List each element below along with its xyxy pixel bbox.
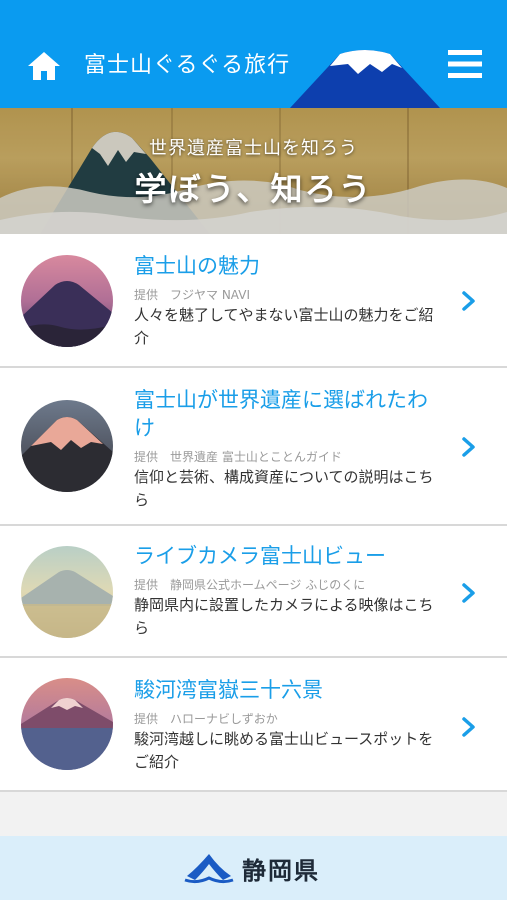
banner-subtitle: 世界遺産富士山を知ろう bbox=[149, 138, 358, 159]
shizuoka-prefecture-logo-icon bbox=[184, 854, 234, 884]
app-header: 富士山ぐるぐる旅行 bbox=[0, 0, 507, 108]
hero-banner: 世界遺産富士山を知ろう 学ぼう、知ろう bbox=[0, 108, 507, 234]
app-title: 富士山ぐるぐる旅行 bbox=[84, 53, 291, 78]
fuji-sunset-thumbnail bbox=[21, 255, 113, 347]
hamburger-menu-icon[interactable] bbox=[446, 46, 484, 82]
item-provider: 提供 ハローナビしずおか bbox=[134, 712, 278, 726]
chevron-right-icon bbox=[462, 717, 475, 737]
item-provider: 提供 フジヤマ NAVI bbox=[134, 288, 250, 302]
home-icon[interactable] bbox=[26, 48, 62, 84]
banner-heading: 学ぼう、知ろう bbox=[134, 170, 373, 208]
footer-banner[interactable]: 静岡県 bbox=[0, 836, 507, 900]
chevron-right-icon bbox=[462, 583, 475, 603]
item-description: 静岡県内に設置したカメラによる映像はこちら bbox=[134, 596, 434, 637]
item-provider: 提供 世界遺産 富士山とことんガイド bbox=[134, 450, 342, 464]
prefecture-name: 静岡県 bbox=[242, 857, 320, 885]
item-provider: 提供 静岡県公式ホームページ ふじのくに bbox=[134, 578, 366, 592]
list-item[interactable]: ライブカメラ富士山ビュー 提供 静岡県公式ホームページ ふじのくに 静岡県内に設… bbox=[0, 526, 507, 658]
fuji-livecam-thumbnail bbox=[21, 546, 113, 638]
item-title: 富士山が世界遺産に選ばれたわけ bbox=[134, 388, 428, 440]
list-item[interactable]: 富士山の魅力 提供 フジヤマ NAVI 人々を魅了してやまない富士山の魅力をご紹… bbox=[0, 234, 507, 368]
item-description: 信仰と芸術、構成資産についての説明はこちら bbox=[134, 468, 434, 509]
mount-fuji-icon bbox=[290, 50, 440, 108]
item-title: 駿河湾富嶽三十六景 bbox=[134, 678, 323, 702]
list-item[interactable]: 富士山が世界遺産に選ばれたわけ 提供 世界遺産 富士山とことんガイド 信仰と芸術… bbox=[0, 368, 507, 526]
chevron-right-icon bbox=[462, 291, 475, 311]
list-item[interactable]: 駿河湾富嶽三十六景 提供 ハローナビしずおか 駿河湾越しに眺める富士山ビュースポ… bbox=[0, 658, 507, 792]
item-description: 人々を魅了してやまない富士山の魅力をご紹介 bbox=[134, 306, 434, 347]
item-description: 駿河湾越しに眺める富士山ビュースポットをご紹介 bbox=[134, 730, 434, 771]
item-title: 富士山の魅力 bbox=[134, 254, 260, 278]
suruga-bay-thumbnail bbox=[21, 678, 113, 770]
chevron-right-icon bbox=[462, 437, 475, 457]
fuji-snow-thumbnail bbox=[21, 400, 113, 492]
item-title: ライブカメラ富士山ビュー bbox=[134, 544, 386, 568]
